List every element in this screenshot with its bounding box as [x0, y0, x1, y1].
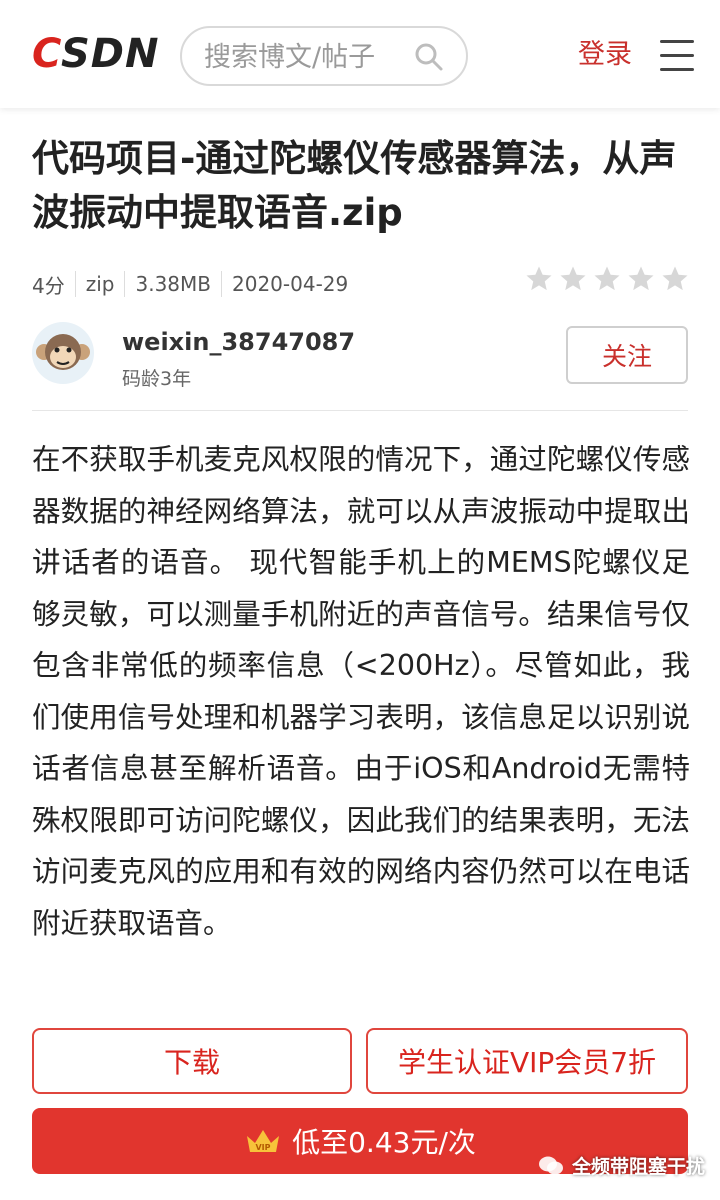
date-value: 2020-04-29 — [232, 272, 349, 296]
rating-stars — [524, 264, 690, 294]
buy-label: 低至0.43元/次 — [292, 1126, 476, 1159]
author-name[interactable]: weixin_38747087 — [122, 328, 355, 356]
star-icon — [662, 266, 688, 291]
format-value: zip — [85, 272, 115, 296]
resource-description: 在不获取手机麦克风权限的情况下，通过陀螺仪传感器数据的神经网络算法，就可以从声波… — [32, 443, 690, 940]
download-button[interactable]: 下载 — [32, 1028, 352, 1094]
star-icon — [560, 266, 586, 291]
monkey-avatar-icon — [36, 334, 90, 370]
search-input[interactable] — [202, 36, 396, 78]
section-divider — [32, 410, 688, 411]
login-link[interactable]: 登录 — [578, 32, 632, 71]
author-avatar[interactable] — [32, 322, 94, 384]
wechat-icon — [539, 1156, 563, 1174]
vip-crown-icon: VIP — [247, 1130, 280, 1152]
star-icon — [628, 266, 654, 291]
star-icon — [594, 266, 620, 291]
resource-meta: 4分 zip 3.38MB 2020-04-29 — [32, 266, 358, 302]
follow-button[interactable]: 关注 — [566, 326, 688, 384]
size-value: 3.38MB — [135, 272, 211, 296]
points-value: 4分 — [32, 273, 65, 298]
search-icon[interactable] — [414, 42, 444, 72]
logo-text: SDN — [60, 31, 160, 77]
csdn-logo[interactable]: CSDN — [32, 30, 159, 78]
menu-icon[interactable] — [660, 40, 694, 72]
watermark-text: 全频带阻塞干扰 — [572, 1156, 706, 1178]
crown-text: VIP — [256, 1143, 271, 1152]
star-icon — [526, 266, 552, 291]
vip-discount-button[interactable]: 学生认证VIP会员7折 — [366, 1028, 688, 1094]
search-box[interactable] — [180, 26, 468, 86]
resource-title: 代码项目-通过陀螺仪传感器算法，从声波振动中提取语音.zip — [32, 137, 677, 234]
author-code-age: 码龄3年 — [122, 368, 192, 390]
top-bar: CSDN 登录 — [0, 0, 720, 108]
wechat-watermark: 全频带阻塞干扰 — [538, 1152, 705, 1179]
